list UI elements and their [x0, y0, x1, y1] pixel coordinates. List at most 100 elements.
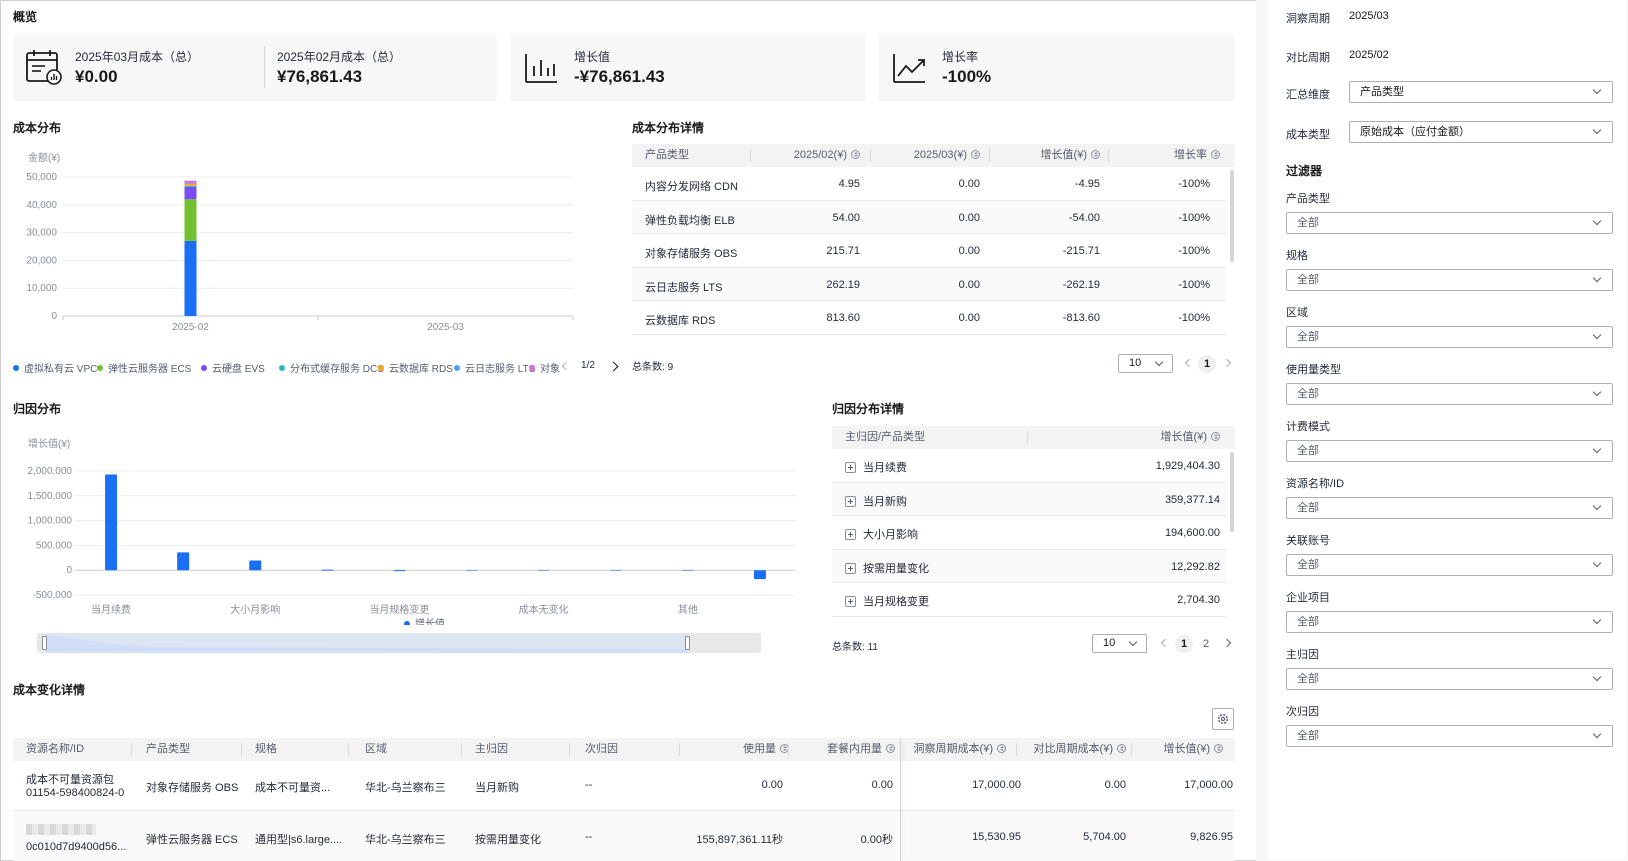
- bar-segment[interactable]: [184, 199, 197, 241]
- table-row[interactable]: 对象存储服务 OBS 215.71 0.00 -215.71 -100%: [632, 234, 1226, 268]
- table-row[interactable]: 当月新购 359,377.14: [832, 482, 1226, 516]
- filter-label: 使用量类型: [1286, 364, 1341, 376]
- bar-segment[interactable]: [184, 185, 197, 187]
- col-sep: [461, 743, 462, 756]
- col-growth-value[interactable]: 增长值(¥): [1123, 738, 1223, 761]
- col-growth[interactable]: 增长值(¥): [992, 144, 1100, 167]
- sort-icon[interactable]: [1091, 150, 1100, 159]
- bar[interactable]: [249, 560, 262, 571]
- filter-label: 企业项目: [1286, 592, 1330, 604]
- cost-detail-scrollbar[interactable]: [1230, 170, 1234, 262]
- legend-item[interactable]: 分布式缓存服务 DCS: [279, 360, 384, 375]
- col-usage[interactable]: 使用量: [681, 738, 789, 761]
- column-settings-button[interactable]: [1212, 708, 1234, 730]
- zoom-slider[interactable]: [37, 633, 761, 653]
- table-row[interactable]: 当月规格变更 2,704.30: [832, 583, 1226, 617]
- table-row[interactable]: 0c010d7d9400d56... 弹性云服务器 ECS 通用型|s6.lar…: [13, 811, 1235, 861]
- filter-select[interactable]: 全部: [1286, 554, 1613, 576]
- bar-segment[interactable]: [184, 240, 197, 316]
- col-mar[interactable]: 2025/03(¥): [872, 144, 980, 167]
- legend-item[interactable]: 云日志服务 LTS: [454, 360, 535, 375]
- table-row[interactable]: 当月续费 1,929,404.30: [832, 449, 1226, 483]
- table-row[interactable]: 云数据库 RDS 813.60 0.00 -813.60 -100%: [632, 301, 1226, 335]
- legend-item[interactable]: 对象: [529, 360, 560, 375]
- zoom-handle-right[interactable]: [685, 636, 690, 650]
- dimension-select[interactable]: 产品类型: [1349, 81, 1613, 103]
- resource-name[interactable]: 成本不可量资源包: [26, 771, 114, 787]
- filter-select[interactable]: 全部: [1286, 326, 1613, 348]
- sort-icon[interactable]: [886, 744, 895, 753]
- sort-icon[interactable]: [1214, 744, 1223, 753]
- bar-segment[interactable]: [184, 183, 197, 186]
- table-row[interactable]: 弹性负载均衡 ELB 54.00 0.00 -54.00 -100%: [632, 200, 1226, 234]
- filter-select[interactable]: 全部: [1286, 383, 1613, 405]
- col-package[interactable]: 套餐内用量: [791, 738, 895, 761]
- filter-select[interactable]: 全部: [1286, 611, 1613, 633]
- sort-icon[interactable]: [851, 150, 860, 159]
- bar[interactable]: [537, 570, 550, 571]
- attr-page-size-select[interactable]: 10: [1092, 634, 1147, 653]
- sort-icon[interactable]: [971, 150, 980, 159]
- bar[interactable]: [393, 570, 406, 572]
- compare-cost: 0.00: [1104, 779, 1126, 791]
- overview-title: 概览: [13, 10, 38, 24]
- bar[interactable]: [609, 570, 622, 571]
- col-insight-cost[interactable]: 洞察周期成本(¥): [901, 738, 1006, 761]
- legend-item[interactable]: 云硬盘 EVS: [201, 360, 265, 375]
- filter-select[interactable]: 全部: [1286, 440, 1613, 462]
- legend-item[interactable]: 云数据库 RDS: [378, 360, 453, 375]
- bar[interactable]: [321, 569, 334, 571]
- bar-segment[interactable]: [184, 180, 197, 183]
- table-row[interactable]: 内容分发网络 CDN 4.95 0.00 -4.95 -100%: [632, 167, 1226, 201]
- zoom-handle-left[interactable]: [42, 636, 47, 650]
- expand-icon[interactable]: [845, 495, 856, 507]
- expand-icon[interactable]: [845, 529, 856, 540]
- col-attr-growth[interactable]: 增长值(¥): [1032, 426, 1220, 449]
- col-compare-cost[interactable]: 对比周期成本(¥): [1013, 738, 1126, 761]
- col-feb[interactable]: 2025/02(¥): [752, 144, 860, 167]
- attribution-scrollbar[interactable]: [1230, 452, 1234, 532]
- usage: 155,897,361.11秒: [696, 834, 783, 846]
- filter-label: 区域: [1286, 307, 1308, 319]
- bar-segment[interactable]: [184, 186, 197, 200]
- legend-page: 1/2: [581, 360, 595, 371]
- table-row[interactable]: 云日志服务 LTS 262.19 0.00 -262.19 -100%: [632, 267, 1226, 301]
- page-number-1[interactable]: 1: [1175, 635, 1193, 653]
- sort-icon[interactable]: [997, 744, 1006, 753]
- expand-icon[interactable]: [845, 596, 856, 607]
- filter-select[interactable]: 全部: [1286, 269, 1613, 291]
- table-row[interactable]: 按需用量变化 12,292.82: [832, 549, 1226, 583]
- bar[interactable]: [465, 570, 478, 571]
- table-row[interactable]: 大小月影响 194,600.00: [832, 516, 1226, 550]
- filter-select[interactable]: 全部: [1286, 725, 1613, 747]
- cost-type-select[interactable]: 原始成本（应付金额）: [1349, 121, 1613, 143]
- col-rate[interactable]: 增长率: [1112, 144, 1220, 167]
- expand-icon[interactable]: [845, 462, 856, 473]
- page-number[interactable]: 1: [1198, 355, 1216, 373]
- legend-next-icon[interactable]: [608, 361, 619, 372]
- bar[interactable]: [753, 570, 766, 580]
- filter-select[interactable]: 全部: [1286, 668, 1613, 690]
- legend-item[interactable]: 虚拟私有云 VPC: [13, 360, 97, 375]
- y-tick-label: 20,000: [26, 255, 57, 266]
- cost-page-size-select[interactable]: 10: [1118, 354, 1173, 373]
- bar-segment[interactable]: [184, 182, 197, 184]
- legend-item[interactable]: 弹性云服务器 ECS: [97, 360, 191, 375]
- bar[interactable]: [105, 474, 118, 571]
- filter-select[interactable]: 全部: [1286, 497, 1613, 519]
- legend-label[interactable]: 增长值: [415, 617, 445, 625]
- chevron-down-icon: [1592, 273, 1602, 283]
- bar[interactable]: [177, 552, 190, 571]
- bar[interactable]: [681, 570, 694, 571]
- legend-prev-icon[interactable]: [561, 361, 571, 371]
- filter-select[interactable]: 全部: [1286, 212, 1613, 234]
- sort-icon[interactable]: [1211, 150, 1220, 159]
- col-usage-label: 使用量: [743, 743, 776, 755]
- sort-icon[interactable]: [1211, 432, 1220, 441]
- x-tick-label: 2025-02: [172, 322, 209, 333]
- col-sep: [569, 743, 570, 756]
- sub-cause: --: [585, 779, 593, 791]
- page-number-2[interactable]: 2: [1197, 635, 1215, 653]
- table-row[interactable]: 成本不可量资源包 01154-598400824-0 对象存储服务 OBS 成本…: [13, 761, 1235, 811]
- expand-icon[interactable]: [845, 562, 856, 574]
